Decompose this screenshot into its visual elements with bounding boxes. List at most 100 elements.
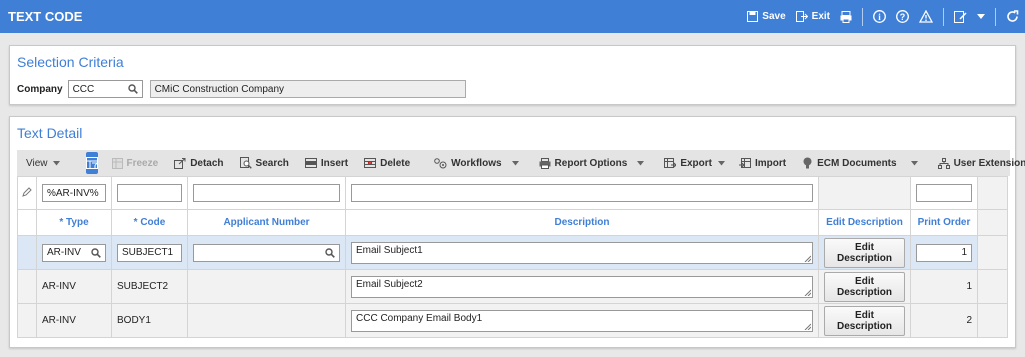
import-button[interactable]: Import <box>739 157 786 169</box>
applicant-value <box>187 303 346 338</box>
workflows-label: Workflows <box>451 157 502 169</box>
column-header-applicant[interactable]: Applicant Number <box>187 209 346 236</box>
company-name-field: CMiC Construction Company <box>149 80 466 98</box>
help-icon[interactable]: ? <box>896 10 909 23</box>
edit-note-icon[interactable] <box>954 10 967 23</box>
column-header-type[interactable]: * Type <box>36 209 112 236</box>
chevron-down-icon[interactable] <box>977 13 985 20</box>
filter-print-order-input[interactable] <box>916 184 972 202</box>
row-marker[interactable] <box>17 303 37 338</box>
edit-description-cell: Edit Description <box>818 235 911 270</box>
report-options-menu[interactable]: Report Options <box>539 157 649 169</box>
description-textarea[interactable]: Email Subject2 <box>351 275 813 298</box>
text-detail-panel: Text Detail View Freeze Detach Search In… <box>9 116 1025 348</box>
freeze-button[interactable]: Freeze <box>111 157 159 169</box>
print-order-input[interactable]: 1 <box>916 243 972 262</box>
insert-label: Insert <box>320 157 349 169</box>
table-row[interactable]: AR-INV SUBJECT1 Email Subject1 Edit Desc… <box>17 235 1008 270</box>
chevron-down-icon <box>718 160 725 165</box>
selection-criteria-panel: Selection Criteria Company CCC CMiC Cons… <box>9 45 1016 105</box>
edit-description-button[interactable]: Edit Description <box>824 237 905 268</box>
resize-handle-icon[interactable] <box>804 289 811 296</box>
filter-applicant-input[interactable] <box>193 184 340 202</box>
search-icon[interactable] <box>127 84 138 94</box>
print-order-value: 2 <box>910 303 978 338</box>
column-header-print-order[interactable]: Print Order <box>910 209 978 236</box>
search-icon[interactable] <box>325 247 335 258</box>
user-extensions-label: User Extensions <box>953 157 1025 169</box>
filter-description-cell <box>345 176 819 210</box>
search-icon[interactable] <box>91 247 101 258</box>
exit-icon <box>795 11 808 22</box>
delete-icon <box>364 158 377 168</box>
save-button[interactable]: Save <box>747 11 786 22</box>
row-marker[interactable] <box>17 269 37 304</box>
edit-description-button[interactable]: Edit Description <box>824 305 905 336</box>
type-value: AR-INV <box>47 247 81 258</box>
type-input[interactable]: AR-INV <box>42 243 106 262</box>
detail-toolbar: View Freeze Detach Search Insert Delete <box>17 150 1025 176</box>
export-menu[interactable]: Export <box>664 157 729 169</box>
print-icon[interactable] <box>840 10 852 23</box>
workflows-menu[interactable]: Workflows <box>434 158 522 169</box>
type-value: AR-INV <box>36 269 112 304</box>
pencil-icon <box>22 186 32 197</box>
company-value: CCC <box>72 83 95 95</box>
chevron-down-icon <box>511 160 519 165</box>
header-spacer <box>977 209 1008 236</box>
refresh-icon[interactable] <box>1006 10 1019 23</box>
resize-handle-icon[interactable] <box>804 323 811 330</box>
description-textarea[interactable]: Email Subject1 <box>351 241 813 264</box>
filter-row-marker <box>17 176 37 210</box>
print-order-cell: 1 <box>910 235 978 270</box>
company-field[interactable]: CCC <box>67 80 143 98</box>
column-header-description[interactable]: Description <box>345 209 819 236</box>
description-cell: Email Subject1 <box>345 235 819 270</box>
column-header-edit-description[interactable]: Edit Description <box>818 209 911 236</box>
chevron-down-icon <box>52 160 60 165</box>
row-spacer <box>977 235 1008 270</box>
code-value: BODY1 <box>111 303 188 338</box>
company-name-value: CMiC Construction Company <box>154 83 285 95</box>
table-mode-button[interactable] <box>85 152 98 174</box>
detach-label: Detach <box>190 157 224 169</box>
filter-spacer-cell <box>977 176 1008 210</box>
warning-icon[interactable] <box>919 10 933 23</box>
freeze-icon <box>111 157 123 169</box>
exit-label: Exit <box>811 11 830 22</box>
table-row[interactable]: AR-INV SUBJECT2 Email Subject2 Edit Desc… <box>17 269 1008 304</box>
search-doc-icon <box>239 157 252 169</box>
view-label: View <box>26 157 48 169</box>
separator <box>862 7 863 26</box>
filter-description-input[interactable] <box>351 184 813 202</box>
delete-button[interactable]: Delete <box>364 158 410 169</box>
row-marker[interactable] <box>17 235 37 270</box>
search-label: Search <box>255 157 289 169</box>
edit-description-button[interactable]: Edit Description <box>824 271 905 302</box>
applicant-input[interactable] <box>193 243 340 262</box>
view-menu[interactable]: View <box>17 158 64 169</box>
table-row[interactable]: AR-INV BODY1 CCC Company Email Body1 Edi… <box>17 303 1008 338</box>
search-button[interactable]: Search <box>239 157 289 169</box>
separator <box>943 7 944 26</box>
applicant-cell <box>187 235 346 270</box>
filter-type-input[interactable]: %AR-INV% <box>42 184 106 202</box>
type-cell: AR-INV <box>36 235 112 270</box>
type-value: AR-INV <box>36 303 112 338</box>
detach-button[interactable]: Detach <box>174 157 224 169</box>
code-cell: SUBJECT1 <box>111 235 188 270</box>
ecm-documents-menu[interactable]: ECM Documents <box>802 157 921 169</box>
printer-icon <box>539 157 551 169</box>
user-extensions-button[interactable]: User Extensions <box>937 157 1025 169</box>
filter-code-input[interactable] <box>117 184 182 202</box>
insert-button[interactable]: Insert <box>304 157 349 169</box>
description-textarea[interactable]: CCC Company Email Body1 <box>351 309 813 332</box>
exit-button[interactable]: Exit <box>795 11 830 22</box>
freeze-label: Freeze <box>126 157 159 169</box>
column-header-code[interactable]: * Code <box>111 209 188 236</box>
info-icon[interactable]: i <box>873 10 886 23</box>
description-value: Email Subject1 <box>356 244 423 256</box>
code-input[interactable]: SUBJECT1 <box>117 243 182 262</box>
resize-handle-icon[interactable] <box>804 255 811 262</box>
import-icon <box>739 157 751 168</box>
